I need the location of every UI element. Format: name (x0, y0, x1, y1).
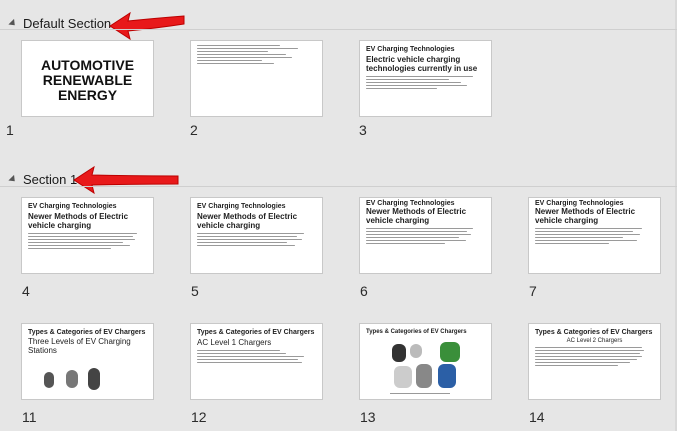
section-divider (0, 186, 677, 187)
slide-thumbnail-3[interactable]: EV Charging Technologies Electric vehicl… (359, 40, 492, 117)
slide-title: Types & Categories of EV Chargers (28, 329, 146, 336)
slide-subtitle: AC Level 1 Chargers (197, 338, 272, 347)
slide-subtitle: Newer Methods of Electric vehicle chargi… (535, 207, 636, 225)
slide-subtitle: Electric vehicle charging technologies c… (366, 55, 478, 73)
slide-number: 12 (191, 409, 207, 425)
section-name: Section 1 (23, 171, 78, 187)
slide-number: 6 (360, 283, 368, 299)
slide-subtitle: Newer Methods of Electric vehicle chargi… (366, 207, 467, 225)
charger-image (88, 368, 100, 390)
collapse-triangle-icon[interactable] (8, 18, 18, 28)
slide-number: 13 (360, 409, 376, 425)
caption-line (390, 393, 450, 394)
slide-thumbnail-7[interactable]: EV Charging Technologies Newer Methods o… (528, 197, 661, 274)
slide-number: 1 (6, 122, 14, 138)
charger-image (440, 342, 460, 362)
slide-title: EV Charging Technologies (28, 203, 117, 210)
slide-subtitle: Newer Methods of Electric vehicle chargi… (197, 212, 298, 230)
slide-thumbnail-1[interactable]: AUTOMOTIVE RENEWABLE ENERGY (21, 40, 154, 117)
charger-image (394, 366, 412, 388)
slide-number: 2 (190, 122, 198, 138)
slide-thumbnail-11[interactable]: Types & Categories of EV Chargers Three … (21, 323, 154, 400)
charger-image (410, 344, 422, 358)
charger-image (66, 370, 78, 388)
slide-title: EV Charging Technologies (535, 200, 624, 207)
slide-number: 14 (529, 409, 545, 425)
section-header-default[interactable]: Default Section (0, 12, 111, 34)
slide-thumbnail-2[interactable] (190, 40, 323, 117)
slide-number: 3 (359, 122, 367, 138)
charger-image (392, 344, 406, 362)
slide-title: EV Charging Technologies (197, 203, 286, 210)
slide-thumbnail-12[interactable]: Types & Categories of EV Chargers AC Lev… (190, 323, 323, 400)
slide-title: Types & Categories of EV Chargers (535, 329, 653, 336)
red-arrow-icon (73, 165, 179, 195)
slide-number: 4 (22, 283, 30, 299)
slide-thumbnail-13[interactable]: Types & Categories of EV Chargers (359, 323, 492, 400)
section-divider (0, 29, 677, 30)
slide-title: Types & Categories of EV Chargers (197, 329, 315, 336)
slide-subtitle: Newer Methods of Electric vehicle chargi… (28, 212, 129, 230)
slide-title: AUTOMOTIVE RENEWABLE ENERGY (40, 57, 135, 103)
slide-title: Types & Categories of EV Chargers (366, 329, 467, 335)
slide-subtitle: Three Levels of EV Charging Stations (28, 337, 131, 355)
charger-image (416, 364, 432, 388)
slide-thumbnail-6[interactable]: EV Charging Technologies Newer Methods o… (359, 197, 492, 274)
red-arrow-icon (109, 11, 185, 41)
charger-image (438, 364, 456, 388)
slide-title: EV Charging Technologies (366, 46, 455, 53)
slide-thumbnail-4[interactable]: EV Charging Technologies Newer Methods o… (21, 197, 154, 274)
slide-number: 11 (22, 409, 37, 425)
slide-number: 7 (529, 283, 537, 299)
slide-subtitle: AC Level 2 Chargers (566, 338, 623, 344)
charger-image (44, 372, 54, 388)
slide-title: EV Charging Technologies (366, 200, 455, 207)
slide-thumbnail-14[interactable]: Types & Categories of EV Chargers AC Lev… (528, 323, 661, 400)
slide-number: 5 (191, 283, 199, 299)
slide-thumbnail-5[interactable]: EV Charging Technologies Newer Methods o… (190, 197, 323, 274)
collapse-triangle-icon[interactable] (8, 174, 18, 184)
